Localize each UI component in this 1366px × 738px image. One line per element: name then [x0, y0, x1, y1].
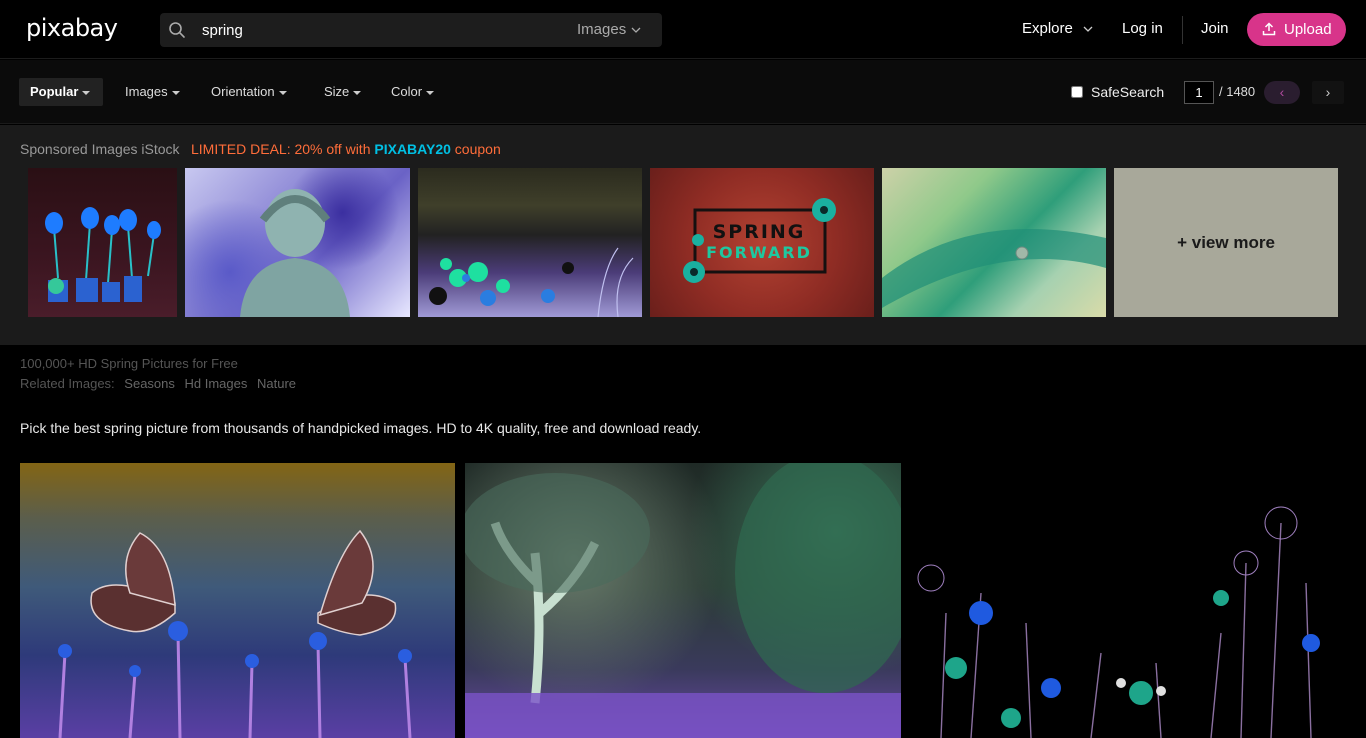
related-tag-seasons[interactable]: Seasons: [124, 376, 175, 391]
safesearch-toggle[interactable]: SafeSearch: [1071, 84, 1164, 100]
filter-images-label: Images: [125, 84, 168, 99]
page-description: Pick the best spring picture from thousa…: [20, 420, 702, 436]
forward-text: FORWARD: [706, 243, 812, 262]
top-header: pixabay Images Explore Log in Join Uploa…: [0, 0, 1366, 59]
related-label: Related Images:: [20, 376, 115, 391]
deal-prefix: LIMITED DEAL: 20% off with: [191, 141, 375, 157]
upload-icon: [1262, 22, 1276, 36]
leaf-drop: [882, 229, 1106, 308]
search-box[interactable]: Images: [160, 13, 662, 47]
gallery-image-tree[interactable]: [465, 463, 901, 738]
filter-popular[interactable]: Popular: [19, 78, 103, 106]
filter-color-label: Color: [391, 84, 423, 99]
caret-down-icon: [353, 90, 362, 95]
sponsored-thumb-person[interactable]: [185, 168, 410, 317]
pixabay-logo[interactable]: pixabay: [26, 14, 118, 42]
page-total: / 1480: [1219, 84, 1256, 99]
related-tag-nature[interactable]: Nature: [257, 376, 296, 391]
safesearch-checkbox[interactable]: [1071, 86, 1083, 98]
results-heading: 100,000+ HD Spring Pictures for Free: [20, 356, 238, 371]
sponsored-section: Sponsored Images iStock LIMITED DEAL: 20…: [0, 125, 1366, 345]
chevron-down-icon: [1083, 26, 1093, 32]
media-type-select[interactable]: Images: [577, 13, 641, 47]
gallery-image-wildflowers[interactable]: [911, 463, 1345, 738]
explore-menu[interactable]: Explore: [1022, 20, 1093, 37]
chevron-down-icon: [631, 27, 641, 33]
gallery-image-butterflies[interactable]: [20, 463, 455, 738]
prev-page-button[interactable]: ‹: [1264, 81, 1300, 104]
sponsored-thumb-meadow[interactable]: [418, 168, 642, 317]
search-input[interactable]: [202, 13, 562, 47]
spring-text: SPRING: [713, 221, 806, 243]
sponsored-thumb-spring-forward[interactable]: SPRING FORWARD: [650, 168, 874, 317]
caret-down-icon: [82, 90, 91, 95]
deal-suffix: coupon: [450, 141, 501, 157]
filter-color[interactable]: Color: [391, 78, 435, 106]
sponsored-thumb-leaf-droplet[interactable]: [882, 168, 1106, 317]
nav-divider: [1182, 16, 1183, 44]
media-type-label: Images: [577, 21, 627, 38]
sponsored-label: Sponsored Images iStock: [20, 141, 180, 157]
filter-bar: Popular Images Orientation Size Color Sa…: [0, 60, 1366, 124]
deal-banner[interactable]: LIMITED DEAL: 20% off with PIXABAY20 cou…: [191, 141, 501, 157]
page-number-input[interactable]: [1184, 81, 1214, 104]
caret-down-icon: [171, 90, 180, 95]
wildflowers-illustration: [917, 506, 1320, 738]
spring-forward-art: SPRING FORWARD: [683, 198, 836, 283]
caret-down-icon: [278, 90, 287, 95]
meadow-flowers: [429, 247, 634, 317]
filter-orientation-label: Orientation: [211, 84, 275, 99]
join-link[interactable]: Join: [1201, 20, 1229, 37]
next-page-button[interactable]: ›: [1312, 81, 1344, 104]
filter-images[interactable]: Images: [125, 78, 180, 106]
filter-popular-label: Popular: [30, 84, 79, 99]
tree-photo: [465, 463, 901, 738]
filter-size[interactable]: Size: [324, 78, 362, 106]
view-more-label: + view more: [1177, 233, 1275, 252]
person-silhouette: [240, 189, 350, 317]
search-icon: [169, 22, 185, 38]
login-link[interactable]: Log in: [1122, 20, 1163, 37]
filter-orientation[interactable]: Orientation: [211, 78, 287, 106]
related-tag-hd-images[interactable]: Hd Images: [185, 376, 248, 391]
safesearch-label: SafeSearch: [1091, 84, 1165, 100]
caret-down-icon: [426, 90, 435, 95]
related-images: Related Images: Seasons Hd Images Nature: [20, 376, 296, 391]
filter-size-label: Size: [324, 84, 350, 99]
coupon-code: PIXABAY20: [374, 141, 451, 157]
butterflies-photo: [58, 529, 412, 738]
explore-label: Explore: [1022, 20, 1073, 37]
upload-button[interactable]: Upload: [1247, 13, 1346, 46]
sponsored-thumb-flowerpots[interactable]: [28, 168, 177, 317]
view-more-tile[interactable]: + view more: [1114, 168, 1338, 317]
upload-label: Upload: [1284, 21, 1332, 38]
tulips-illustration: [45, 207, 161, 302]
